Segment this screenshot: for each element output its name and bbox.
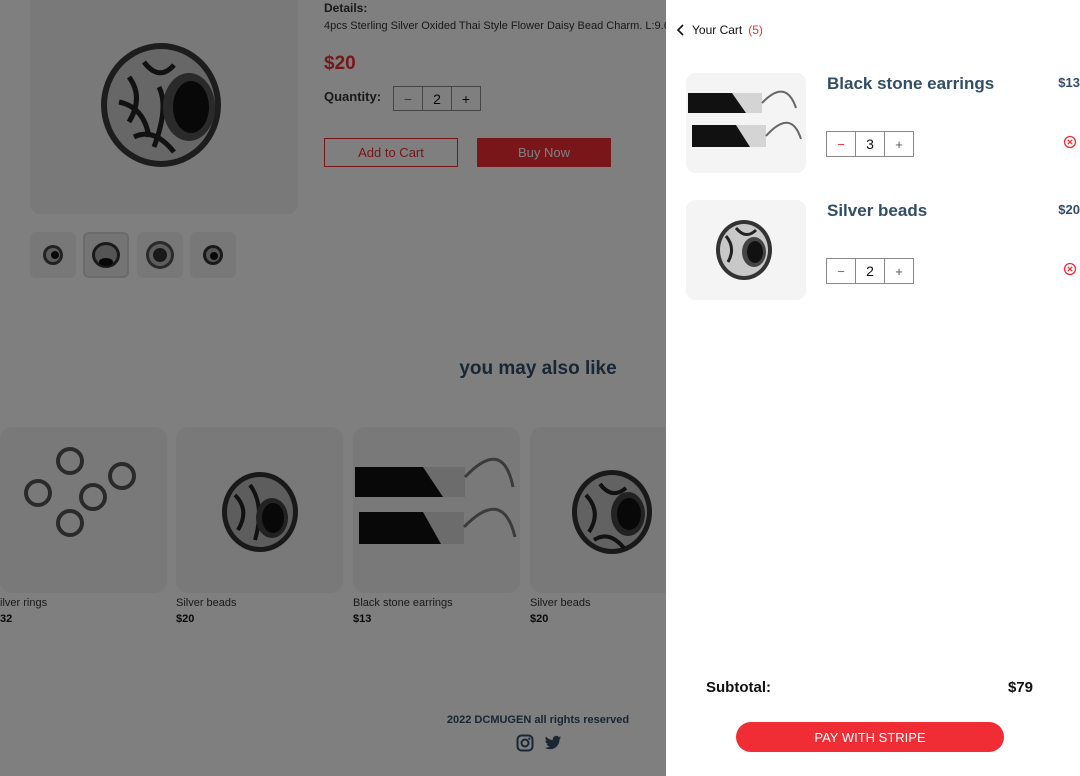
quantity-stepper: − 3 + bbox=[826, 131, 914, 157]
cart-drawer: Your Cart (5) Black stone earrings $13 −… bbox=[666, 0, 1080, 776]
cart-item-name: Black stone earrings bbox=[827, 74, 995, 93]
cart-item-image bbox=[686, 73, 806, 173]
cart-item: Silver beads $20 − 2 + bbox=[686, 200, 1080, 300]
quantity-stepper: − 2 + bbox=[826, 258, 914, 284]
quantity-value: 3 bbox=[855, 132, 885, 156]
remove-icon[interactable] bbox=[1063, 262, 1077, 276]
cart-item-count: (5) bbox=[748, 23, 763, 37]
cart-heading: Your Cart bbox=[692, 23, 743, 37]
decrease-button[interactable]: − bbox=[827, 259, 855, 283]
cart-item-price: $13 bbox=[1058, 75, 1080, 90]
cart-item-image bbox=[686, 200, 806, 300]
quantity-value: 2 bbox=[855, 259, 885, 283]
cart-item: Black stone earrings $13 − 3 + bbox=[686, 73, 1080, 173]
cart-item-name: Silver beads bbox=[827, 201, 928, 220]
increase-button[interactable]: + bbox=[885, 259, 913, 283]
subtotal-value: $79 bbox=[1007, 679, 1033, 696]
pay-with-stripe-button[interactable]: PAY WITH STRIPE bbox=[736, 722, 1004, 752]
increase-button[interactable]: + bbox=[885, 132, 913, 156]
remove-icon[interactable] bbox=[1063, 135, 1077, 149]
cart-header[interactable]: Your Cart (5) bbox=[674, 19, 763, 41]
chevron-left-icon[interactable] bbox=[674, 19, 688, 41]
cart-item-price: $20 bbox=[1058, 202, 1080, 217]
subtotal-label: Subtotal: bbox=[706, 679, 771, 696]
decrease-button[interactable]: − bbox=[827, 132, 855, 156]
